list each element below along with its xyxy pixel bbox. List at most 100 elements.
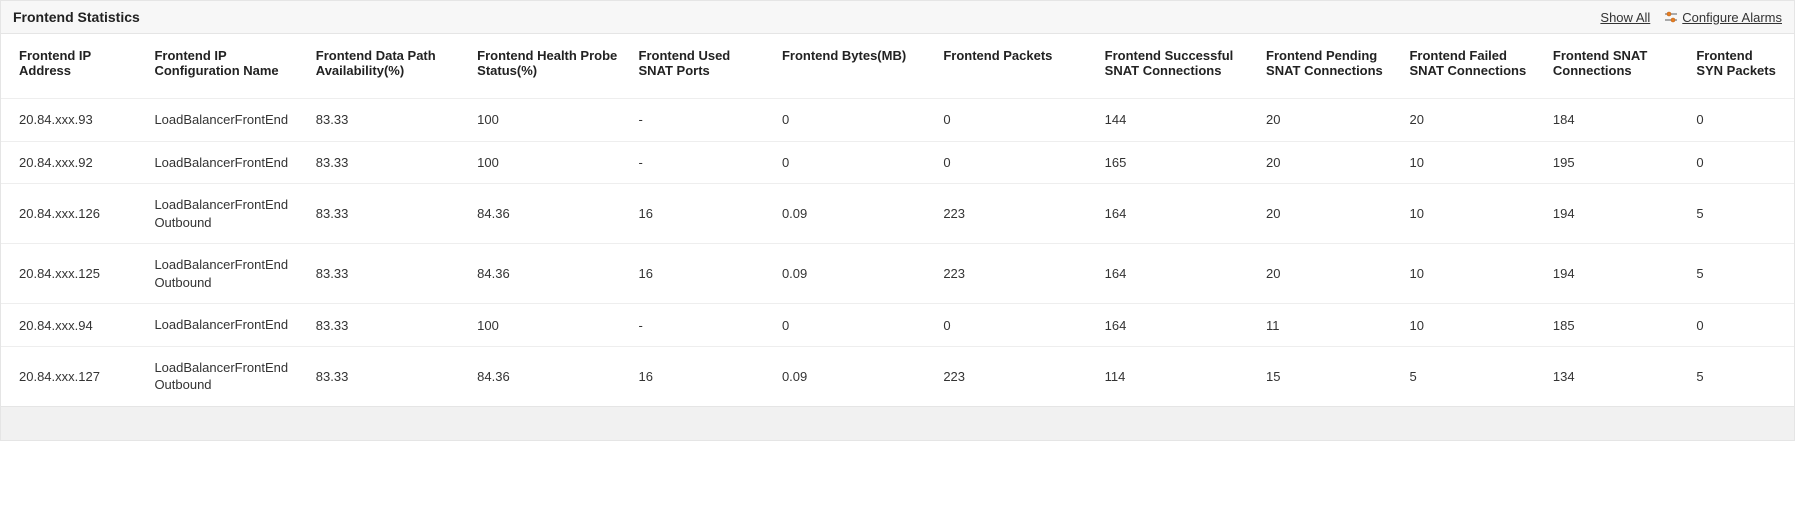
- cell-pend_snat: 20: [1256, 99, 1399, 142]
- frontend-statistics-panel: Frontend Statistics Show All Configure A…: [0, 0, 1795, 441]
- cell-snat_ports: 16: [629, 346, 772, 406]
- panel-title: Frontend Statistics: [13, 9, 1600, 25]
- cell-fail_snat: 20: [1399, 99, 1542, 142]
- cell-bytes: 0.09: [772, 244, 933, 304]
- show-all-link[interactable]: Show All: [1600, 10, 1650, 25]
- col-snat-ports[interactable]: Frontend Used SNAT Ports: [629, 34, 772, 99]
- cell-syn: 0: [1686, 304, 1794, 347]
- cell-succ_snat: 164: [1095, 184, 1256, 244]
- cell-pend_snat: 20: [1256, 184, 1399, 244]
- table-body: 20.84.xxx.93LoadBalancerFrontEnd83.33100…: [1, 99, 1794, 406]
- cell-snat_conn: 195: [1543, 141, 1686, 184]
- col-syn[interactable]: Frontend SYN Packets: [1686, 34, 1794, 99]
- configure-alarms-link[interactable]: Configure Alarms: [1682, 10, 1782, 25]
- col-config[interactable]: Frontend IP Configuration Name: [144, 34, 305, 99]
- cell-datapath: 83.33: [306, 244, 467, 304]
- col-snat-conn[interactable]: Frontend SNAT Connections: [1543, 34, 1686, 99]
- cell-snat_conn: 184: [1543, 99, 1686, 142]
- cell-config: LoadBalancerFrontEnd: [144, 99, 305, 142]
- cell-health: 84.36: [467, 184, 628, 244]
- cell-syn: 5: [1686, 184, 1794, 244]
- sliders-icon: [1664, 10, 1678, 24]
- cell-bytes: 0: [772, 304, 933, 347]
- table-row[interactable]: 20.84.xxx.94LoadBalancerFrontEnd83.33100…: [1, 304, 1794, 347]
- cell-packets: 223: [933, 244, 1094, 304]
- cell-ip: 20.84.xxx.126: [1, 184, 144, 244]
- cell-health: 100: [467, 141, 628, 184]
- cell-bytes: 0: [772, 99, 933, 142]
- col-datapath[interactable]: Frontend Data Path Availability(%): [306, 34, 467, 99]
- table-footer-strip: [1, 406, 1794, 440]
- cell-datapath: 83.33: [306, 304, 467, 347]
- cell-snat_ports: -: [629, 99, 772, 142]
- table-row[interactable]: 20.84.xxx.125LoadBalancerFrontEndOutboun…: [1, 244, 1794, 304]
- cell-ip: 20.84.xxx.94: [1, 304, 144, 347]
- cell-syn: 5: [1686, 244, 1794, 304]
- panel-header: Frontend Statistics Show All Configure A…: [1, 1, 1794, 34]
- cell-config: LoadBalancerFrontEndOutbound: [144, 184, 305, 244]
- cell-snat_ports: 16: [629, 184, 772, 244]
- cell-packets: 0: [933, 99, 1094, 142]
- table-row[interactable]: 20.84.xxx.93LoadBalancerFrontEnd83.33100…: [1, 99, 1794, 142]
- cell-succ_snat: 164: [1095, 304, 1256, 347]
- cell-snat_ports: -: [629, 141, 772, 184]
- cell-packets: 223: [933, 184, 1094, 244]
- cell-datapath: 83.33: [306, 346, 467, 406]
- cell-config: LoadBalancerFrontEnd: [144, 141, 305, 184]
- cell-health: 84.36: [467, 244, 628, 304]
- cell-packets: 0: [933, 304, 1094, 347]
- cell-ip: 20.84.xxx.92: [1, 141, 144, 184]
- frontend-stats-table: Frontend IP Address Frontend IP Configur…: [1, 34, 1794, 406]
- cell-pend_snat: 20: [1256, 244, 1399, 304]
- configure-alarms-wrap[interactable]: Configure Alarms: [1664, 10, 1782, 25]
- table-row[interactable]: 20.84.xxx.92LoadBalancerFrontEnd83.33100…: [1, 141, 1794, 184]
- cell-fail_snat: 10: [1399, 184, 1542, 244]
- cell-fail_snat: 10: [1399, 304, 1542, 347]
- cell-succ_snat: 114: [1095, 346, 1256, 406]
- cell-health: 100: [467, 304, 628, 347]
- cell-syn: 0: [1686, 141, 1794, 184]
- cell-pend_snat: 20: [1256, 141, 1399, 184]
- cell-ip: 20.84.xxx.127: [1, 346, 144, 406]
- col-packets[interactable]: Frontend Packets: [933, 34, 1094, 99]
- cell-health: 100: [467, 99, 628, 142]
- cell-pend_snat: 11: [1256, 304, 1399, 347]
- cell-succ_snat: 165: [1095, 141, 1256, 184]
- cell-config: LoadBalancerFrontEndOutbound: [144, 346, 305, 406]
- col-pend-snat[interactable]: Frontend Pending SNAT Connections: [1256, 34, 1399, 99]
- cell-succ_snat: 164: [1095, 244, 1256, 304]
- cell-config: LoadBalancerFrontEnd: [144, 304, 305, 347]
- col-ip[interactable]: Frontend IP Address: [1, 34, 144, 99]
- cell-bytes: 0.09: [772, 184, 933, 244]
- cell-snat_conn: 194: [1543, 244, 1686, 304]
- cell-snat_ports: 16: [629, 244, 772, 304]
- cell-datapath: 83.33: [306, 141, 467, 184]
- cell-fail_snat: 10: [1399, 141, 1542, 184]
- table-row[interactable]: 20.84.xxx.126LoadBalancerFrontEndOutboun…: [1, 184, 1794, 244]
- col-bytes[interactable]: Frontend Bytes(MB): [772, 34, 933, 99]
- cell-ip: 20.84.xxx.125: [1, 244, 144, 304]
- cell-pend_snat: 15: [1256, 346, 1399, 406]
- cell-snat_conn: 134: [1543, 346, 1686, 406]
- cell-datapath: 83.33: [306, 184, 467, 244]
- cell-snat_conn: 185: [1543, 304, 1686, 347]
- cell-packets: 0: [933, 141, 1094, 184]
- cell-health: 84.36: [467, 346, 628, 406]
- cell-packets: 223: [933, 346, 1094, 406]
- cell-fail_snat: 5: [1399, 346, 1542, 406]
- col-succ-snat[interactable]: Frontend Successful SNAT Connections: [1095, 34, 1256, 99]
- cell-syn: 0: [1686, 99, 1794, 142]
- cell-fail_snat: 10: [1399, 244, 1542, 304]
- cell-snat_ports: -: [629, 304, 772, 347]
- header-actions: Show All Configure Alarms: [1600, 10, 1782, 25]
- col-fail-snat[interactable]: Frontend Failed SNAT Connections: [1399, 34, 1542, 99]
- cell-bytes: 0: [772, 141, 933, 184]
- cell-snat_conn: 194: [1543, 184, 1686, 244]
- cell-config: LoadBalancerFrontEndOutbound: [144, 244, 305, 304]
- table-row[interactable]: 20.84.xxx.127LoadBalancerFrontEndOutboun…: [1, 346, 1794, 406]
- cell-succ_snat: 144: [1095, 99, 1256, 142]
- cell-bytes: 0.09: [772, 346, 933, 406]
- col-health[interactable]: Frontend Health Probe Status(%): [467, 34, 628, 99]
- cell-ip: 20.84.xxx.93: [1, 99, 144, 142]
- table-header-row: Frontend IP Address Frontend IP Configur…: [1, 34, 1794, 99]
